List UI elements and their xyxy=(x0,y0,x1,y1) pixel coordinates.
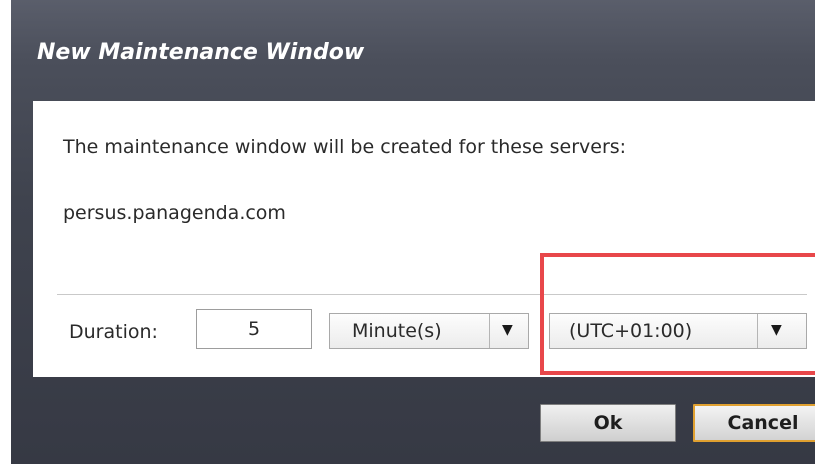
chevron-down-icon[interactable]: ▼ xyxy=(771,322,782,338)
cancel-button[interactable]: Cancel xyxy=(693,404,815,442)
select-separator xyxy=(489,314,490,348)
duration-label: Duration: xyxy=(69,321,158,343)
server-name: persus.panagenda.com xyxy=(63,202,286,224)
dialog-content-panel: The maintenance window will be created f… xyxy=(33,101,815,377)
select-separator xyxy=(757,314,758,348)
duration-input[interactable] xyxy=(196,309,312,349)
maintenance-window-dialog: New Maintenance Window The maintenance w… xyxy=(11,0,815,464)
divider xyxy=(57,294,807,295)
duration-unit-value: Minute(s) xyxy=(352,320,442,342)
ok-button[interactable]: Ok xyxy=(540,404,676,442)
duration-unit-select[interactable]: Minute(s) ▼ xyxy=(329,313,529,349)
chevron-down-icon[interactable]: ▼ xyxy=(502,322,513,338)
dialog-message: The maintenance window will be created f… xyxy=(63,136,627,158)
timezone-value: (UTC+01:00) xyxy=(569,320,693,342)
dialog-title: New Maintenance Window xyxy=(37,40,365,65)
timezone-select[interactable]: (UTC+01:00) ▼ xyxy=(549,313,807,349)
